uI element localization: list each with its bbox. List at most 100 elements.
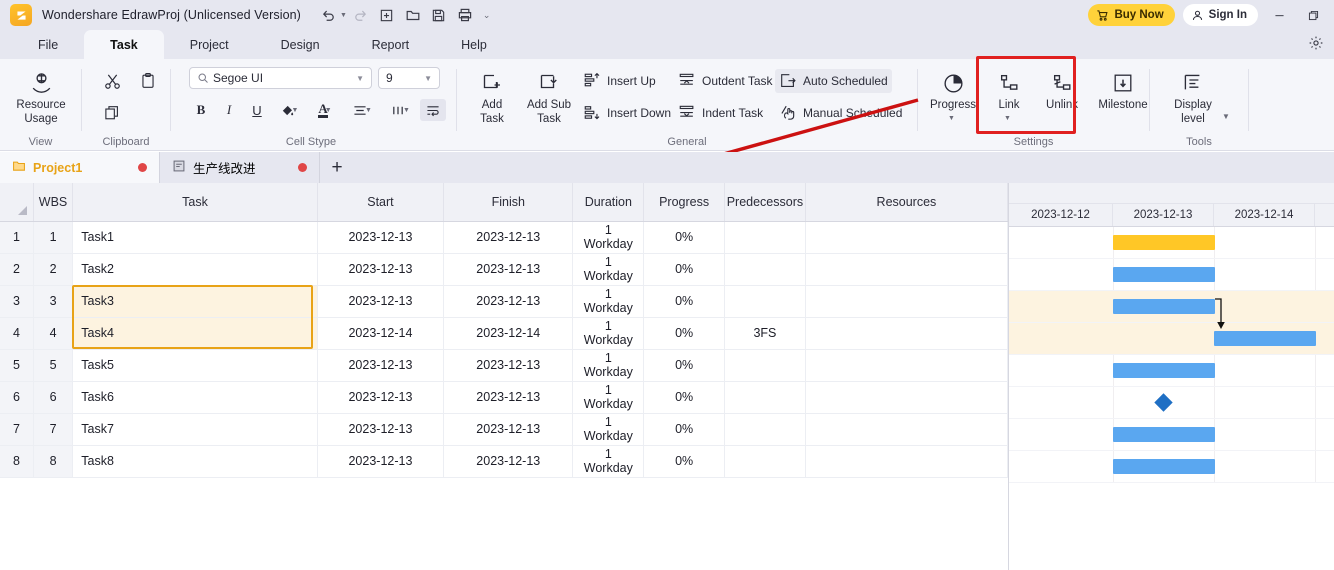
progress-dropdown-icon[interactable]: ▼ <box>948 112 955 126</box>
column-header-finish[interactable]: Finish <box>443 183 574 222</box>
cell-finish[interactable]: 2023-12-13 <box>443 413 574 446</box>
cell-resources[interactable] <box>805 221 1009 254</box>
font-name-input[interactable]: Segoe UI ▼ <box>189 67 372 89</box>
table-row[interactable]: 2 2 Task2 2023-12-13 2023-12-13 1 Workda… <box>0 253 1009 286</box>
customize-qat-icon[interactable]: ⌄ <box>483 10 491 21</box>
italic-button[interactable]: I <box>218 99 240 121</box>
table-row[interactable]: 4 4 Task4 2023-12-14 2023-12-14 1 Workda… <box>0 317 1009 350</box>
cell-start[interactable]: 2023-12-13 <box>317 445 445 478</box>
new-icon[interactable] <box>375 4 399 26</box>
cell-resources[interactable] <box>805 349 1009 382</box>
font-size-chevron-icon[interactable]: ▼ <box>424 74 439 83</box>
gantt-bar-task1[interactable] <box>1113 235 1215 250</box>
cell-duration[interactable]: 1 Workday <box>572 221 645 254</box>
copy-icon[interactable] <box>99 102 125 124</box>
cell-wbs[interactable]: 8 <box>33 445 74 478</box>
underline-button[interactable]: U <box>246 99 268 121</box>
resource-usage-button[interactable]: Resource Usage <box>8 68 74 126</box>
gantt-bar-task7[interactable] <box>1113 427 1215 442</box>
manual-scheduled-button[interactable]: Manual Scheduled <box>775 101 906 125</box>
font-size-input[interactable]: 9 ▼ <box>378 67 440 89</box>
cell-progress[interactable]: 0% <box>643 221 726 254</box>
add-sub-task-button[interactable]: Add Sub Task <box>519 68 579 126</box>
redo-icon[interactable] <box>349 4 373 26</box>
menu-design[interactable]: Design <box>255 30 346 59</box>
indent-task-button[interactable]: Indent Task <box>674 101 767 125</box>
print-icon[interactable] <box>453 4 477 26</box>
column-header-task[interactable]: Task <box>72 183 318 222</box>
cell-progress[interactable]: 0% <box>643 445 726 478</box>
link-button[interactable]: Link ▼ <box>986 68 1032 126</box>
unlink-button[interactable]: Unlink <box>1034 68 1090 112</box>
cell-task[interactable]: Task4 <box>72 317 318 350</box>
cell-start[interactable]: 2023-12-13 <box>317 285 445 318</box>
sign-in-button[interactable]: Sign In <box>1182 4 1258 26</box>
cell-duration[interactable]: 1 Workday <box>572 317 645 350</box>
cell-task[interactable]: Task3 <box>72 285 318 318</box>
table-row[interactable]: 8 8 Task8 2023-12-13 2023-12-13 1 Workda… <box>0 445 1009 478</box>
column-header-duration[interactable]: Duration <box>572 183 645 222</box>
cell-progress[interactable]: 0% <box>643 317 726 350</box>
cell-finish[interactable]: 2023-12-13 <box>443 445 574 478</box>
cell-start[interactable]: 2023-12-14 <box>317 317 445 350</box>
cell-predecessors[interactable] <box>724 253 806 286</box>
cell-wbs[interactable]: 2 <box>33 253 74 286</box>
column-header-start[interactable]: Start <box>317 183 445 222</box>
cell-wbs[interactable]: 5 <box>33 349 74 382</box>
maximize-restore-button[interactable] <box>1300 3 1326 27</box>
display-level-dropdown-icon[interactable]: ▼ <box>1222 112 1230 121</box>
undo-icon[interactable] <box>317 4 341 26</box>
font-name-chevron-icon[interactable]: ▼ <box>356 74 371 83</box>
cell-wbs[interactable]: 7 <box>33 413 74 446</box>
cell-finish[interactable]: 2023-12-13 <box>443 349 574 382</box>
cell-start[interactable]: 2023-12-13 <box>317 349 445 382</box>
cell-task[interactable]: Task6 <box>72 381 318 414</box>
progress-button[interactable]: Progress ▼ <box>924 68 982 126</box>
cell-duration[interactable]: 1 Workday <box>572 445 645 478</box>
table-corner-cell[interactable] <box>0 183 34 222</box>
cell-progress[interactable]: 0% <box>643 381 726 414</box>
cell-finish[interactable]: 2023-12-13 <box>443 221 574 254</box>
cell-wbs[interactable]: 4 <box>33 317 74 350</box>
add-task-button[interactable]: Add Task <box>466 68 518 126</box>
columns-button[interactable]: ▼ <box>384 99 416 121</box>
gantt-bar-task2[interactable] <box>1113 267 1215 282</box>
cell-start[interactable]: 2023-12-13 <box>317 413 445 446</box>
insert-up-button[interactable]: Insert Up <box>579 69 660 93</box>
gantt-bar-task4[interactable] <box>1214 331 1316 346</box>
paste-icon[interactable] <box>135 70 161 92</box>
align-button[interactable]: ▼ <box>346 99 378 121</box>
menu-task[interactable]: Task <box>84 30 164 59</box>
cell-resources[interactable] <box>805 253 1009 286</box>
column-header-progress[interactable]: Progress <box>643 183 726 222</box>
cell-finish[interactable]: 2023-12-14 <box>443 317 574 350</box>
open-icon[interactable] <box>401 4 425 26</box>
column-header-resources[interactable]: Resources <box>805 183 1009 222</box>
cell-duration[interactable]: 1 Workday <box>572 349 645 382</box>
table-row[interactable]: 7 7 Task7 2023-12-13 2023-12-13 1 Workda… <box>0 413 1009 446</box>
document-tab-shengchanxian[interactable]: 生产线改进 <box>160 152 320 183</box>
table-row[interactable]: 6 6 Task6 2023-12-13 2023-12-13 1 Workda… <box>0 381 1009 414</box>
cell-task[interactable]: Task8 <box>72 445 318 478</box>
cut-icon[interactable] <box>99 70 125 92</box>
table-row[interactable]: 1 1 Task1 2023-12-13 2023-12-13 1 Workda… <box>0 221 1009 254</box>
display-level-button[interactable]: Display level <box>1164 68 1222 126</box>
cell-duration[interactable]: 1 Workday <box>572 253 645 286</box>
cell-task[interactable]: Task5 <box>72 349 318 382</box>
wrap-text-button[interactable] <box>420 99 446 121</box>
minimize-button[interactable] <box>1266 3 1292 27</box>
insert-down-button[interactable]: Insert Down <box>579 101 675 125</box>
add-document-tab-button[interactable]: + <box>320 152 354 183</box>
menu-report[interactable]: Report <box>346 30 436 59</box>
menu-project[interactable]: Project <box>164 30 255 59</box>
gantt-bar-task5[interactable] <box>1113 363 1215 378</box>
fill-color-button[interactable]: ▼ <box>274 99 304 121</box>
table-row[interactable]: 5 5 Task5 2023-12-13 2023-12-13 1 Workda… <box>0 349 1009 382</box>
cell-wbs[interactable]: 3 <box>33 285 74 318</box>
cell-task[interactable]: Task1 <box>72 221 318 254</box>
cell-predecessors[interactable] <box>724 445 806 478</box>
gantt-milestone-task6[interactable] <box>1154 393 1173 412</box>
close-tab-icon-2[interactable] <box>298 163 307 172</box>
save-icon[interactable] <box>427 4 451 26</box>
cell-resources[interactable] <box>805 445 1009 478</box>
